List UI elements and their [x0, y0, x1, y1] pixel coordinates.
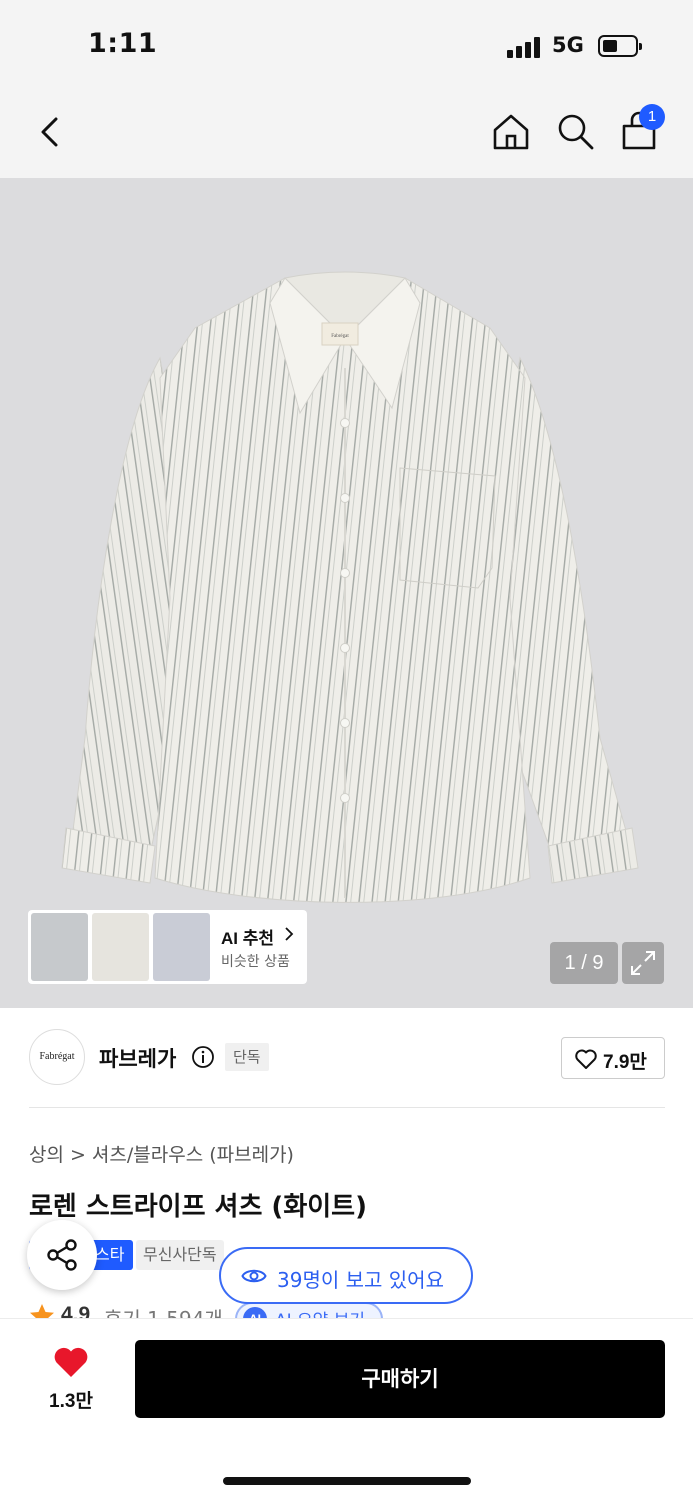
breadcrumb-subcategory[interactable]: 셔츠/블라우스 (파브레가)	[92, 1144, 294, 1166]
recommend-thumbnail[interactable]	[31, 913, 88, 981]
image-page-counter: 1 / 9	[550, 942, 618, 984]
back-button[interactable]	[28, 108, 74, 154]
home-icon	[493, 114, 529, 150]
top-nav	[0, 90, 693, 178]
heart-filled-icon	[54, 1347, 88, 1377]
share-button[interactable]	[27, 1220, 97, 1290]
viewers-count-pill: 39명이 보고 있어요	[219, 1247, 473, 1304]
search-button[interactable]	[552, 108, 598, 154]
shirt-image: Fabrégat	[61, 271, 639, 903]
brand-logo[interactable]: Fabrégat	[29, 1029, 85, 1085]
battery-icon	[598, 35, 642, 57]
viewers-text: 39명이 보고 있어요	[277, 1268, 444, 1292]
network-label: 5G	[552, 33, 584, 57]
home-button[interactable]	[488, 108, 534, 154]
chevron-right-icon	[285, 927, 294, 941]
ai-recommend-subtitle: 비슷한 상품	[221, 954, 290, 970]
breadcrumb: 상의 > 셔츠/블라우스 (파브레가)	[29, 1140, 294, 1167]
breadcrumb-category[interactable]: 상의	[29, 1144, 64, 1166]
home-indicator	[223, 1477, 471, 1485]
tag-musinsa-exclusive: 무신사단독	[136, 1240, 224, 1270]
status-bar: 1:11 5G	[0, 0, 693, 90]
divider	[29, 1107, 665, 1108]
recommend-thumbnail[interactable]	[92, 913, 149, 981]
heart-outline-icon	[575, 1049, 597, 1069]
expand-icon	[631, 951, 655, 975]
product-title: 로렌 스트라이프 셔츠 (화이트)	[29, 1192, 367, 1222]
buy-button[interactable]: 구매하기	[135, 1340, 665, 1418]
brand-like-count: 7.9만	[603, 1052, 647, 1073]
eye-icon	[241, 1269, 267, 1283]
breadcrumb-separator: >	[69, 1144, 86, 1166]
signal-icon	[507, 36, 543, 58]
info-icon[interactable]	[191, 1045, 215, 1069]
exclusive-badge: 단독	[225, 1043, 269, 1071]
search-icon	[558, 114, 594, 150]
brand-like-button[interactable]: 7.9만	[561, 1037, 665, 1079]
status-time: 1:11	[88, 28, 158, 59]
ai-recommend-title: AI 추천	[221, 929, 275, 948]
ai-recommend-card[interactable]: AI 추천 비슷한 상품	[28, 910, 307, 984]
like-button[interactable]	[52, 1345, 90, 1379]
recommend-thumbnail[interactable]	[153, 913, 210, 981]
back-icon	[41, 117, 58, 147]
like-count: 1.3만	[49, 1391, 93, 1412]
shirt-label-text: Fabrégat	[331, 334, 349, 339]
share-icon	[47, 1239, 77, 1271]
expand-image-button[interactable]	[622, 942, 664, 984]
product-image[interactable]: Fabrégat AI 추천 비슷한 상품 1 / 9	[0, 178, 693, 1008]
cart-count-badge: 1	[639, 104, 665, 130]
brand-name[interactable]: 파브레가	[99, 1043, 176, 1073]
